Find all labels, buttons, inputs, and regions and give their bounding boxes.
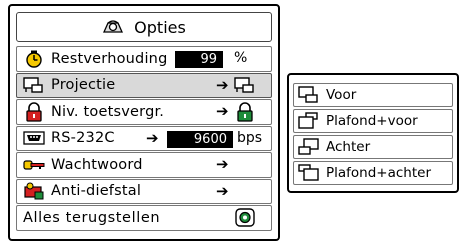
rs232c-unit: bps xyxy=(237,129,263,146)
submenu-item-plafond-voor[interactable]: Plafond+voor xyxy=(293,109,453,133)
menu-title-bar: Opties xyxy=(16,12,272,42)
menu-item-label: Alles terugstellen xyxy=(23,209,161,226)
projection-icon xyxy=(234,76,256,94)
arrow-right-icon: ➔ xyxy=(216,75,229,94)
options-menu: Opties Restverhouding 99 % Projectie ➔ N… xyxy=(8,4,280,241)
submenu-item-label: Plafond+voor xyxy=(326,113,418,129)
rs232c-value: 9600 xyxy=(167,130,233,148)
menu-item-label: Wachtwoord xyxy=(51,156,143,173)
menu-item-label: Anti-diefstal xyxy=(51,183,142,200)
arrow-right-icon: ➔ xyxy=(216,181,229,200)
lock-icon xyxy=(23,102,45,122)
submenu-item-achter[interactable]: Achter xyxy=(293,135,453,159)
front-projection-icon xyxy=(298,85,320,105)
menu-item-label: Niv. toetsvergr. xyxy=(51,103,165,120)
submenu-item-voor[interactable]: Voor xyxy=(293,83,453,107)
submenu-item-label: Plafond+achter xyxy=(326,165,432,181)
ceiling-rear-projection-icon xyxy=(298,163,320,183)
arrow-right-icon: ➔ xyxy=(146,128,159,147)
submenu-item-label: Achter xyxy=(326,139,371,155)
anti-theft-icon xyxy=(23,181,45,201)
submenu-item-label: Voor xyxy=(326,87,357,103)
projection-icon xyxy=(23,75,45,95)
ceiling-front-projection-icon xyxy=(298,111,320,131)
menu-item-niv-toetsvergr[interactable]: Niv. toetsvergr. ➔ xyxy=(16,99,272,125)
restverhouding-value: 99 xyxy=(175,51,223,68)
menu-item-restverhouding[interactable]: Restverhouding 99 % xyxy=(16,46,272,72)
menu-item-anti-diefstal[interactable]: Anti-diefstal ➔ xyxy=(16,178,272,204)
rear-projection-icon xyxy=(298,137,320,157)
projection-submenu: Voor Plafond+voor Achter Plafond+achter xyxy=(287,73,459,193)
menu-item-projectie[interactable]: Projectie ➔ xyxy=(16,72,272,98)
timer-icon xyxy=(23,49,45,69)
rs232c-port-icon xyxy=(23,128,45,148)
reset-icon xyxy=(235,208,255,227)
key-icon xyxy=(23,155,45,175)
menu-item-wachtwoord[interactable]: Wachtwoord ➔ xyxy=(16,152,272,178)
menu-item-rs232c[interactable]: RS-232C ➔ 9600 bps xyxy=(16,125,272,151)
options-icon xyxy=(102,18,124,36)
menu-item-label: Projectie xyxy=(51,77,116,94)
menu-item-alles-terugstellen[interactable]: Alles terugstellen xyxy=(16,205,272,231)
submenu-item-plafond-achter[interactable]: Plafond+achter xyxy=(293,161,453,185)
menu-title: Opties xyxy=(134,17,186,37)
menu-item-label: Restverhouding xyxy=(51,50,168,67)
restverhouding-unit: % xyxy=(234,50,248,66)
arrow-right-icon: ➔ xyxy=(216,102,229,120)
arrow-right-icon: ➔ xyxy=(216,155,229,173)
menu-item-label: RS-232C xyxy=(51,130,115,147)
lock-icon xyxy=(236,102,254,122)
